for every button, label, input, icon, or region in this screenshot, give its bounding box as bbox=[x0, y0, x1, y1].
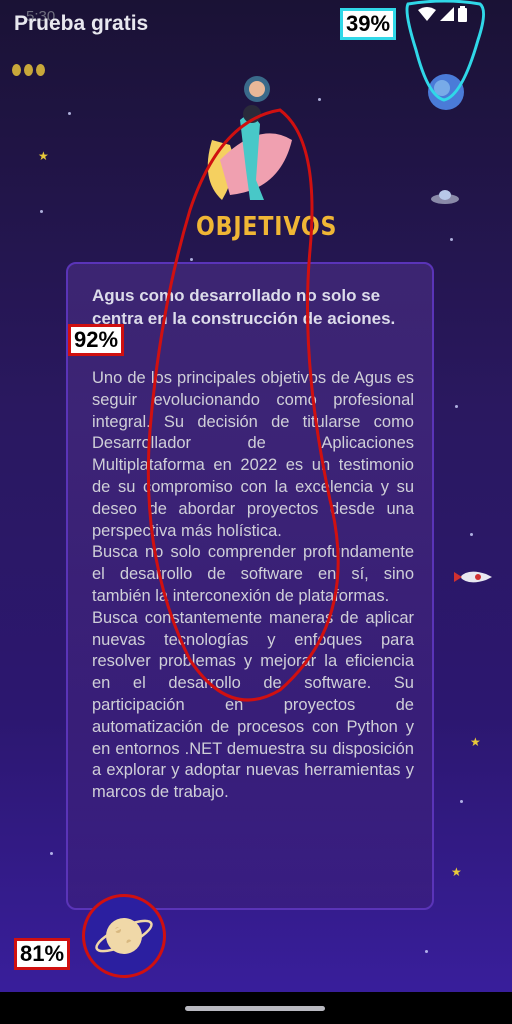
status-bar: 5:30 Prueba gratis bbox=[0, 0, 512, 46]
confidence-badge-status: 39% bbox=[340, 8, 397, 40]
ufo-icon bbox=[431, 190, 459, 204]
battery-icon bbox=[458, 6, 467, 22]
card-body: Uno de los principales objetivos de Agus… bbox=[92, 368, 414, 804]
planet-icon bbox=[95, 918, 153, 954]
hero-rocket-illustration bbox=[207, 105, 292, 200]
app-title[interactable]: Prueba gratis bbox=[14, 12, 148, 36]
wifi-icon bbox=[418, 7, 436, 21]
background-star bbox=[68, 112, 71, 115]
background-star bbox=[460, 800, 463, 803]
card-paragraph: Busca constantemente maneras de aplicar … bbox=[92, 608, 414, 802]
gold-star-icon: ★ bbox=[470, 735, 481, 749]
gold-star-icon: ★ bbox=[451, 865, 462, 879]
planet-button[interactable] bbox=[82, 894, 166, 978]
gold-star-icon: ★ bbox=[38, 149, 49, 163]
rocket-icon bbox=[454, 571, 492, 583]
hero-title: OBJETIVOS bbox=[196, 212, 338, 242]
background-star bbox=[470, 533, 473, 536]
background-star bbox=[40, 210, 43, 213]
background-star bbox=[425, 950, 428, 953]
background-star bbox=[450, 238, 453, 241]
card-heading: Agus como desarrollado no solo se centra… bbox=[92, 286, 396, 328]
background-star bbox=[318, 98, 321, 101]
card-paragraph: Busca no solo comprender profundamente e… bbox=[92, 543, 414, 605]
background-star bbox=[455, 405, 458, 408]
overflow-menu-icon[interactable] bbox=[12, 64, 45, 76]
signal-icon bbox=[440, 7, 454, 21]
objectives-card: Agus como desarrollado no solo se centra… bbox=[66, 262, 434, 910]
confidence-badge-card: 92% bbox=[68, 324, 125, 356]
background-star bbox=[190, 258, 193, 261]
background-star bbox=[50, 852, 53, 855]
confidence-badge-planet: 81% bbox=[14, 938, 71, 970]
status-icons bbox=[418, 6, 467, 22]
home-gesture-handle[interactable] bbox=[185, 1006, 325, 1011]
card-paragraph: Uno de los principales objetivos de Agus… bbox=[92, 369, 414, 540]
